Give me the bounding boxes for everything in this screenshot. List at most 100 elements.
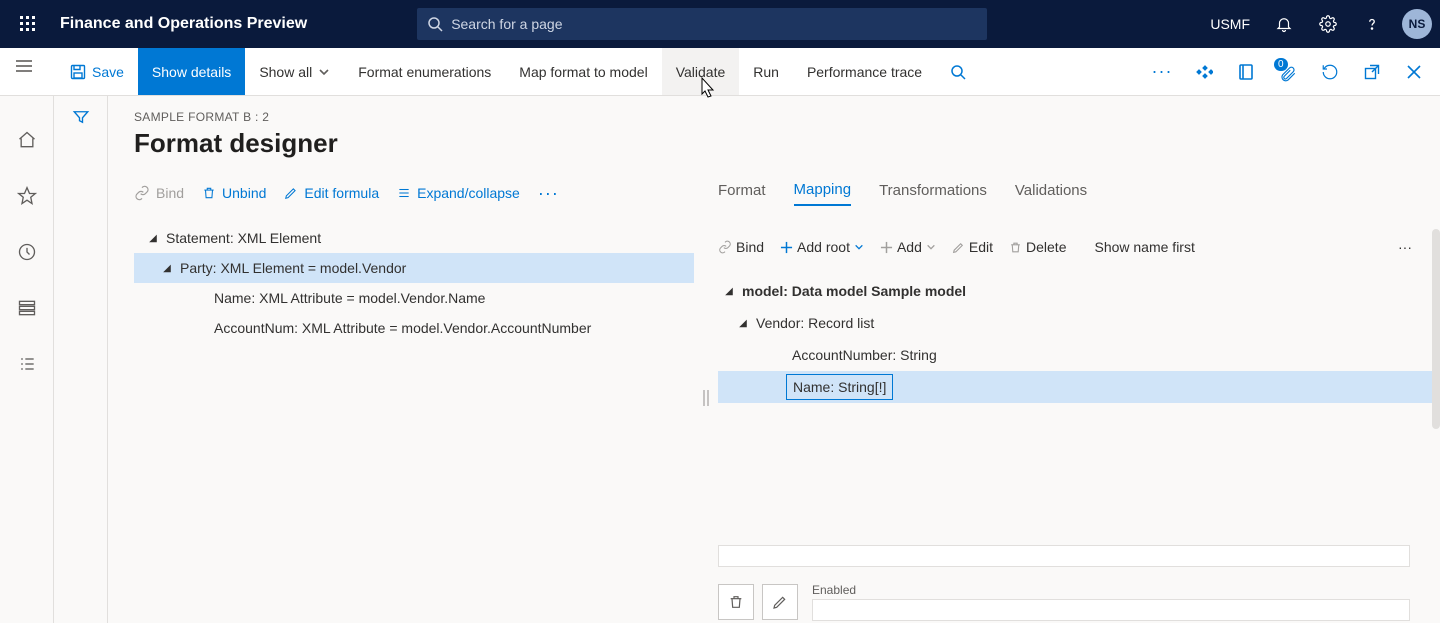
run-button[interactable]: Run — [739, 48, 793, 95]
save-button[interactable]: Save — [56, 48, 138, 95]
find-button[interactable] — [936, 48, 980, 95]
help-icon[interactable] — [1354, 6, 1390, 42]
tree-node-label: AccountNum: XML Attribute = model.Vendor… — [214, 320, 591, 336]
app-title: Finance and Operations Preview — [60, 15, 307, 33]
delete-button[interactable]: Delete — [1009, 239, 1066, 255]
tree-node[interactable]: ◢ Vendor: Record list — [718, 307, 1432, 339]
delete-square-button[interactable] — [718, 584, 754, 620]
show-name-first-button[interactable]: Show name first — [1094, 239, 1194, 255]
link-icon — [718, 240, 732, 254]
tree-node[interactable]: ◢ model: Data model Sample model — [718, 275, 1432, 307]
recent-icon[interactable] — [7, 232, 47, 272]
office-icon[interactable] — [1228, 54, 1264, 90]
show-name-first-label: Show name first — [1094, 239, 1194, 255]
enabled-input[interactable] — [812, 599, 1410, 621]
edit-label: Edit — [969, 239, 993, 255]
tree-node-label: AccountNumber: String — [792, 347, 937, 363]
tab-mapping[interactable]: Mapping — [794, 181, 852, 206]
show-all-button[interactable]: Show all — [245, 48, 344, 95]
show-details-button[interactable]: Show details — [138, 48, 245, 95]
edit-square-button[interactable] — [762, 584, 798, 620]
search-icon — [950, 64, 966, 80]
right-overflow-button[interactable]: ··· — [1398, 239, 1412, 255]
notifications-icon[interactable] — [1266, 6, 1302, 42]
breadcrumb: SAMPLE FORMAT B : 2 — [134, 110, 1440, 124]
collapse-icon[interactable]: ◢ — [736, 318, 750, 329]
map-format-label: Map format to model — [519, 64, 647, 80]
search-icon — [427, 16, 443, 32]
bind-button[interactable]: Bind — [134, 185, 184, 201]
performance-trace-button[interactable]: Performance trace — [793, 48, 936, 95]
chevron-down-icon — [318, 66, 330, 78]
add-button[interactable]: Add — [880, 239, 936, 255]
app1-icon[interactable] — [1186, 54, 1222, 90]
tree-node-label: Vendor: Record list — [756, 315, 874, 331]
show-details-label: Show details — [152, 64, 231, 80]
list-icon — [397, 186, 411, 200]
tree-node[interactable]: AccountNum: XML Attribute = model.Vendor… — [134, 313, 694, 343]
splitter-handle[interactable] — [694, 173, 718, 623]
tree-node[interactable]: Name: XML Attribute = model.Vendor.Name — [134, 283, 694, 313]
show-all-label: Show all — [259, 64, 312, 80]
user-avatar[interactable]: NS — [1402, 9, 1432, 39]
left-overflow-button[interactable]: ··· — [538, 183, 559, 204]
modules-icon[interactable] — [7, 344, 47, 384]
unbind-button[interactable]: Unbind — [202, 185, 266, 201]
workspaces-icon[interactable] — [7, 288, 47, 328]
tree-node-selected[interactable]: Name: String[!] — [718, 371, 1432, 403]
attachments-button[interactable]: 0 — [1270, 54, 1306, 90]
map-format-to-model-button[interactable]: Map format to model — [505, 48, 661, 95]
trash-icon — [202, 186, 216, 200]
pencil-icon — [284, 186, 298, 200]
validate-button[interactable]: Validate — [662, 48, 740, 95]
popout-button[interactable] — [1354, 54, 1390, 90]
collapse-icon[interactable]: ◢ — [722, 286, 736, 297]
scrollbar[interactable] — [1432, 229, 1440, 429]
edit-formula-button[interactable]: Edit formula — [284, 185, 379, 201]
chevron-down-icon — [854, 242, 864, 252]
overflow-button[interactable]: ··· — [1144, 54, 1180, 90]
tree-node-selected[interactable]: ◢ Party: XML Element = model.Vendor — [134, 253, 694, 283]
favorites-icon[interactable] — [7, 176, 47, 216]
bind-label: Bind — [156, 185, 184, 201]
link-icon — [134, 185, 150, 201]
tab-validations[interactable]: Validations — [1015, 182, 1087, 205]
close-button[interactable] — [1396, 54, 1432, 90]
expand-collapse-label: Expand/collapse — [417, 185, 520, 201]
filter-column — [54, 96, 108, 623]
tab-format[interactable]: Format — [718, 182, 766, 205]
app-launcher-icon[interactable] — [8, 4, 48, 44]
right-bind-button[interactable]: Bind — [718, 239, 764, 255]
plus-icon — [780, 241, 793, 254]
chevron-down-icon — [926, 242, 936, 252]
delete-label: Delete — [1026, 239, 1066, 255]
format-enumerations-label: Format enumerations — [358, 64, 491, 80]
trash-icon — [728, 594, 744, 610]
expand-collapse-button[interactable]: Expand/collapse — [397, 185, 520, 201]
ellipsis-icon: ··· — [1152, 61, 1173, 82]
save-label: Save — [92, 64, 124, 80]
settings-icon[interactable] — [1310, 6, 1346, 42]
tree-node-label: Name: XML Attribute = model.Vendor.Name — [214, 290, 485, 306]
home-icon[interactable] — [7, 120, 47, 160]
right-tree: ◢ model: Data model Sample model ◢ Vendo… — [718, 275, 1432, 403]
collapse-icon[interactable]: ◢ — [146, 233, 160, 244]
run-label: Run — [753, 64, 779, 80]
tree-node-label: Party: XML Element = model.Vendor — [180, 260, 406, 276]
search-input[interactable] — [451, 16, 977, 32]
format-enumerations-button[interactable]: Format enumerations — [344, 48, 505, 95]
left-tree: ◢ Statement: XML Element ◢ Party: XML El… — [134, 213, 694, 343]
detail-input[interactable] — [718, 545, 1410, 567]
tab-transformations[interactable]: Transformations — [879, 182, 987, 205]
collapse-icon[interactable]: ◢ — [160, 263, 174, 274]
plus-icon — [880, 241, 893, 254]
search-box[interactable] — [417, 8, 987, 40]
tree-node[interactable]: AccountNumber: String — [718, 339, 1432, 371]
refresh-button[interactable] — [1312, 54, 1348, 90]
legal-entity[interactable]: USMF — [1202, 16, 1258, 32]
filter-icon[interactable] — [72, 108, 90, 623]
add-root-button[interactable]: Add root — [780, 239, 864, 255]
pencil-icon — [772, 594, 788, 610]
edit-button[interactable]: Edit — [952, 239, 993, 255]
tree-node[interactable]: ◢ Statement: XML Element — [134, 223, 694, 253]
